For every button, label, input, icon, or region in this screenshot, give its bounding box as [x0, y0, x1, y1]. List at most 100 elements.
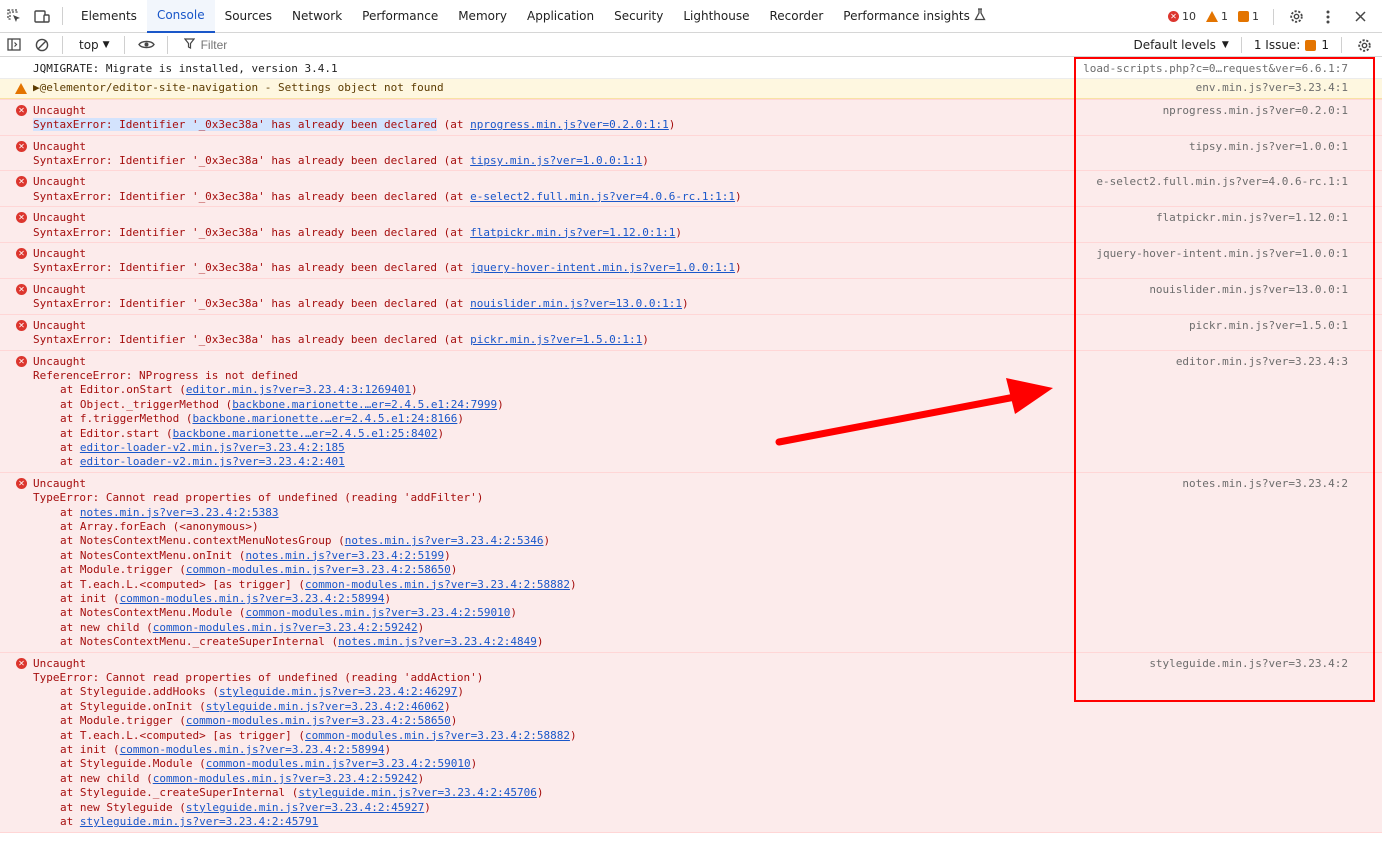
message-line: Uncaught [33, 104, 1352, 118]
tab-network[interactable]: Network [282, 0, 352, 33]
source-link[interactable]: editor-loader-v2.min.js?ver=3.23.4:2:185 [80, 441, 345, 454]
source-link[interactable]: tipsy.min.js?ver=1.0.0:1:1 [470, 154, 642, 167]
stack-frame-text: at [60, 455, 80, 469]
message-text: (at [436, 225, 471, 239]
source-link[interactable]: notes.min.js?ver=3.23.4:2:5199 [245, 549, 444, 562]
tab-memory[interactable]: Memory [448, 0, 517, 33]
close-icon[interactable] [1346, 0, 1374, 33]
stack-frame-text: ) [569, 577, 577, 591]
message-text: Uncaught [33, 476, 86, 490]
source-link[interactable]: nprogress.min.js?ver=0.2.0:1:1 [470, 118, 669, 131]
source-link[interactable]: common-modules.min.js?ver=3.23.4:2:58882 [305, 578, 570, 591]
tab-performance-insights[interactable]: Performance insights [833, 0, 980, 33]
console-message: ✕ Uncaught TypeError: Cannot read properti… [0, 472, 1382, 653]
settings-gear-icon[interactable] [1282, 0, 1310, 33]
live-expression-eye-icon[interactable] [133, 33, 161, 57]
source-link[interactable]: common-modules.min.js?ver=3.23.4:2:58994 [120, 592, 385, 605]
source-link[interactable]: backbone.marionette.…er=2.4.5.e1:24:8166 [192, 412, 457, 425]
source-link[interactable]: backbone.marionette.…er=2.4.5.e1:24:7999 [232, 398, 497, 411]
warning-count[interactable]: 1 [1206, 10, 1228, 23]
message-source-link[interactable]: e-select2.full.min.js?ver=4.0.6-rc.1:1 [1096, 175, 1348, 189]
source-link[interactable]: common-modules.min.js?ver=3.23.4:2:58994 [120, 743, 385, 756]
issues-button[interactable]: 1 Issue: 1 [1254, 38, 1329, 52]
source-link[interactable]: common-modules.min.js?ver=3.23.4:2:58882 [305, 729, 570, 742]
message-line[interactable]: ▶@elementor/editor-site-navigation - Set… [33, 81, 1352, 95]
source-link[interactable]: notes.min.js?ver=3.23.4:2:4849 [338, 635, 537, 648]
stack-frame-text: ) [536, 635, 544, 649]
filter-box[interactable] [183, 33, 401, 57]
message-source-link[interactable]: env.min.js?ver=3.23.4:1 [1196, 81, 1348, 95]
stack-frame: at NotesContextMenu.Module (common-modul… [33, 606, 1352, 620]
source-link[interactable]: styleguide.min.js?ver=3.23.4:2:45927 [186, 801, 424, 814]
context-selector[interactable]: top ▼ [71, 38, 118, 52]
message-source-link[interactable]: jquery-hover-intent.min.js?ver=1.0.0:1 [1096, 247, 1348, 261]
stack-frame-text: at NotesContextMenu.Module ( [60, 606, 246, 620]
stack-frame: at NotesContextMenu.onInit (notes.min.js… [33, 549, 1352, 563]
message-line: SyntaxError: Identifier '_0x3ec38a' has … [33, 226, 1352, 240]
stack-frame: at Array.forEach (<anonymous>) [33, 520, 1352, 534]
source-link[interactable]: styleguide.min.js?ver=3.23.4:2:46062 [206, 700, 444, 713]
message-source-link[interactable]: notes.min.js?ver=3.23.4:2 [1182, 477, 1348, 491]
source-link[interactable]: editor-loader-v2.min.js?ver=3.23.4:2:401 [80, 455, 345, 468]
stack-frame-text: ) [444, 699, 451, 713]
filter-input[interactable] [200, 37, 401, 52]
message-source-link[interactable]: styleguide.min.js?ver=3.23.4:2 [1149, 657, 1348, 671]
message-source-link[interactable]: nouislider.min.js?ver=13.0.0:1 [1149, 283, 1348, 297]
message-source-link[interactable]: nprogress.min.js?ver=0.2.0:1 [1163, 104, 1348, 118]
log-levels-dropdown[interactable]: Default levels ▼ [1133, 38, 1228, 52]
source-link[interactable]: notes.min.js?ver=3.23.4:2:5346 [345, 534, 544, 547]
message-source-link[interactable]: pickr.min.js?ver=1.5.0:1 [1189, 319, 1348, 333]
sidebar-toggle-icon[interactable] [0, 33, 28, 57]
message-text: (at [436, 261, 471, 275]
console-messages: JQMIGRATE: Migrate is installed, version… [0, 58, 1382, 858]
source-link[interactable]: styleguide.min.js?ver=3.23.4:2:45791 [80, 815, 318, 828]
source-link[interactable]: pickr.min.js?ver=1.5.0:1:1 [470, 333, 642, 346]
tab-lighthouse[interactable]: Lighthouse [673, 0, 759, 33]
console-settings-gear-icon[interactable] [1354, 33, 1374, 57]
tab-elements[interactable]: Elements [71, 0, 147, 33]
message-line: TypeError: Cannot read properties of und… [33, 491, 1352, 505]
tab-console[interactable]: Console [146, 0, 215, 33]
message-source-link[interactable]: flatpickr.min.js?ver=1.12.0:1 [1156, 211, 1348, 225]
tab-performance[interactable]: Performance [352, 0, 448, 33]
source-link[interactable]: flatpickr.min.js?ver=1.12.0:1:1 [470, 226, 675, 239]
stack-frame-text: ) [450, 563, 458, 577]
source-link[interactable]: common-modules.min.js?ver=3.23.4:2:58650 [186, 714, 451, 727]
message-source-link[interactable]: editor.min.js?ver=3.23.4:3 [1176, 355, 1348, 369]
source-link[interactable]: common-modules.min.js?ver=3.23.4:2:59010 [206, 757, 471, 770]
tab-application[interactable]: Application [517, 0, 604, 33]
stack-frame: at new Styleguide (styleguide.min.js?ver… [33, 801, 1352, 815]
clear-console-icon[interactable] [28, 33, 56, 57]
message-source-link[interactable]: tipsy.min.js?ver=1.0.0:1 [1189, 140, 1348, 154]
message-text: TypeError: Cannot read properties of und… [33, 491, 484, 505]
more-options-icon[interactable] [1314, 0, 1342, 33]
source-link[interactable]: common-modules.min.js?ver=3.23.4:2:58650 [186, 563, 451, 576]
device-toolbar-icon[interactable] [28, 0, 56, 33]
source-link[interactable]: styleguide.min.js?ver=3.23.4:2:45706 [298, 786, 536, 799]
stack-frame: at Module.trigger (common-modules.min.js… [33, 563, 1352, 577]
console-message: ✕ Uncaught SyntaxError: Identifier '_0x3ec… [0, 207, 1382, 244]
error-count[interactable]: ✕ 10 [1168, 10, 1196, 23]
source-link[interactable]: notes.min.js?ver=3.23.4:2:5383 [80, 506, 279, 519]
source-link[interactable]: common-modules.min.js?ver=3.23.4:2:59010 [245, 606, 510, 619]
source-link[interactable]: e-select2.full.min.js?ver=4.0.6-rc.1:1:1 [470, 190, 735, 203]
source-link[interactable]: nouislider.min.js?ver=13.0.0:1:1 [470, 297, 682, 310]
source-link[interactable]: common-modules.min.js?ver=3.23.4:2:59242 [153, 772, 418, 785]
inspect-element-icon[interactable] [0, 0, 28, 33]
source-link[interactable]: jquery-hover-intent.min.js?ver=1.0.0:1:1 [470, 261, 735, 274]
source-link[interactable]: editor.min.js?ver=3.23.4:3:1269401 [186, 383, 411, 396]
stack-frame-text: at [60, 440, 80, 454]
source-link[interactable]: styleguide.min.js?ver=3.23.4:2:46297 [219, 685, 457, 698]
tab-recorder[interactable]: Recorder [760, 0, 834, 33]
source-link[interactable]: common-modules.min.js?ver=3.23.4:2:59242 [153, 621, 418, 634]
issues-count[interactable]: 1 [1238, 10, 1259, 23]
message-source-link[interactable]: load-scripts.php?c=0…request&ver=6.6.1:7 [1083, 62, 1348, 76]
stack-frame-text: at NotesContextMenu._createSuperInternal… [60, 635, 339, 649]
tab-security[interactable]: Security [604, 0, 673, 33]
source-link[interactable]: backbone.marionette.…er=2.4.5.e1:25:8402 [173, 427, 438, 440]
caret-down-icon: ▼ [102, 39, 110, 50]
stack-frame: at Styleguide.addHooks (styleguide.min.j… [33, 685, 1352, 699]
stack-frame: at notes.min.js?ver=3.23.4:2:5383 [33, 506, 1352, 520]
tab-sources[interactable]: Sources [215, 0, 282, 33]
message-text: JQMIGRATE: Migrate is installed, version… [33, 62, 338, 75]
